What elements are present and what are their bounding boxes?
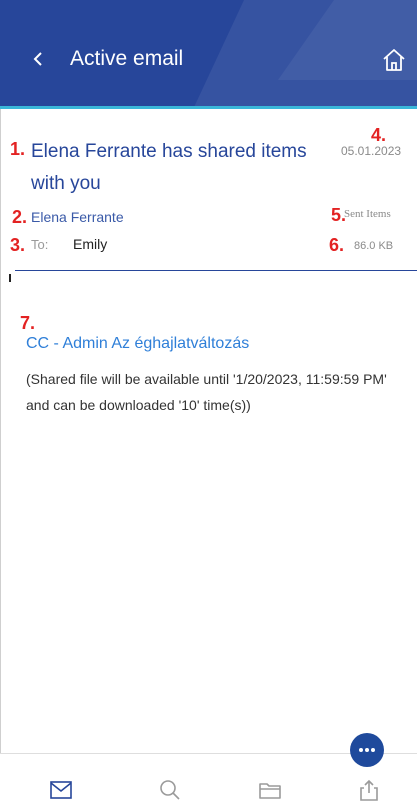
search-icon[interactable]	[158, 778, 182, 802]
folder-icon[interactable]	[258, 778, 282, 802]
annotation-4: 4.	[371, 125, 387, 145]
header-accent-line	[0, 106, 417, 109]
to-recipient[interactable]: Emily	[73, 235, 107, 253]
email-sender[interactable]: Elena Ferrante	[31, 208, 124, 226]
email-body-text: (Shared file will be available until '1/…	[26, 371, 387, 413]
more-dot	[371, 748, 375, 752]
annotation-7: 7.	[20, 313, 36, 333]
to-label: To:	[31, 237, 49, 252]
more-dot	[359, 748, 363, 752]
divider-tick	[9, 274, 11, 282]
share-icon[interactable]	[357, 778, 381, 802]
header-divider	[15, 270, 417, 271]
email-subject: Elena Ferrante has shared items with you	[31, 141, 307, 194]
mail-icon[interactable]	[49, 778, 73, 802]
more-actions-button[interactable]	[350, 733, 384, 767]
annotation-2: 2.	[12, 207, 28, 227]
annotation-3: 3.	[10, 235, 26, 255]
attachment-link[interactable]: CC - Admin Az éghajlatváltozás	[26, 334, 249, 354]
more-dot	[365, 748, 369, 752]
annotation-1: 1.	[10, 139, 26, 159]
email-size: 86.0 KB	[354, 240, 394, 252]
left-edge-line	[0, 0, 1, 803]
page-title: Active email	[70, 47, 184, 70]
header-bar: Active email	[0, 0, 417, 106]
email-date: 05.01.2023	[341, 144, 402, 158]
email-folder: Sent Items	[344, 208, 391, 220]
home-icon[interactable]	[381, 47, 407, 73]
back-arrow-icon[interactable]	[28, 46, 48, 72]
annotation-6: 6.	[329, 235, 345, 255]
